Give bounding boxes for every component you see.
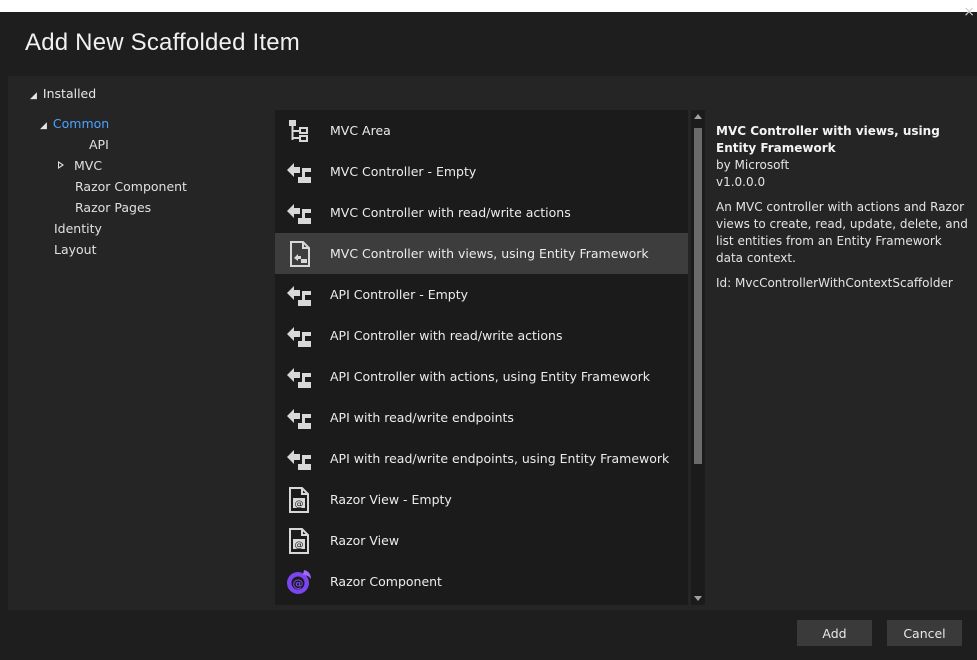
tree-item-label: Identity xyxy=(54,221,102,236)
collapsed-triangle-icon[interactable] xyxy=(58,161,64,169)
list-item[interactable]: @ Razor Component xyxy=(275,561,688,602)
tree-item-label: Razor Pages xyxy=(75,200,152,215)
details-pane: MVC Controller with views, using Entity … xyxy=(716,123,971,292)
svg-text:@: @ xyxy=(293,577,304,590)
installed-label: Installed xyxy=(42,86,97,101)
installed-header[interactable]: ◢ Installed xyxy=(30,86,96,101)
list-item-label: API with read/write endpoints, using Ent… xyxy=(330,451,670,466)
details-id: Id: MvcControllerWithContextScaffolder xyxy=(716,276,953,290)
list-item-label: MVC Controller with views, using Entity … xyxy=(330,246,649,261)
controller-icon xyxy=(284,362,314,392)
controller-icon xyxy=(284,444,314,474)
tree-item-razor-component[interactable]: Razor Component xyxy=(75,179,187,194)
scroll-down-arrow-icon[interactable] xyxy=(694,596,702,601)
tree-item-identity[interactable]: Identity xyxy=(54,221,102,236)
list-item[interactable]: API with read/write endpoints xyxy=(275,397,688,438)
template-list[interactable]: MVC Area MVC Controller - Empty MVC Cont… xyxy=(275,110,688,605)
list-item-label: MVC Area xyxy=(330,123,391,138)
template-list-scrollbar[interactable] xyxy=(691,110,705,605)
list-item-label: API Controller with read/write actions xyxy=(330,328,563,343)
list-item-selected[interactable]: MVC Controller with views, using Entity … xyxy=(275,233,688,274)
dialog-title: Add New Scaffolded Item xyxy=(25,29,300,56)
controller-icon xyxy=(284,198,314,228)
top-strip xyxy=(0,0,977,12)
list-item[interactable]: MVC Controller with read/write actions xyxy=(275,192,688,233)
controller-icon xyxy=(284,321,314,351)
scaffold-dialog: Add New Scaffolded Item × ◢ Installed ◢ Co… xyxy=(8,4,977,660)
razor-view-icon: @ xyxy=(284,485,314,515)
tree-item-api[interactable]: API xyxy=(89,137,109,152)
details-description: An MVC controller with actions and Razor… xyxy=(716,200,968,265)
svg-text:@: @ xyxy=(295,540,304,550)
expanded-triangle-icon: ◢ xyxy=(30,91,37,101)
expanded-triangle-icon: ◢ xyxy=(40,121,47,131)
list-item-label: MVC Controller with read/write actions xyxy=(330,205,571,220)
title-bar: Add New Scaffolded Item × xyxy=(8,4,977,76)
svg-text:@: @ xyxy=(295,499,304,509)
list-item[interactable]: API Controller with read/write actions xyxy=(275,315,688,356)
tree-item-label: Common xyxy=(52,116,110,131)
dialog-footer: Add Cancel xyxy=(8,610,977,660)
controller-icon xyxy=(284,280,314,310)
list-item[interactable]: MVC Area xyxy=(275,110,688,151)
scroll-up-arrow-icon[interactable] xyxy=(694,114,702,119)
tree-item-common[interactable]: ◢ Common xyxy=(40,116,109,131)
details-author: by Microsoft xyxy=(716,158,790,172)
list-item[interactable]: API Controller - Empty xyxy=(275,274,688,315)
list-item[interactable]: @ Razor View xyxy=(275,520,688,561)
list-item[interactable]: @ Razor View - Empty xyxy=(275,479,688,520)
controller-icon xyxy=(284,403,314,433)
tree-item-label: Layout xyxy=(54,242,97,257)
list-item[interactable]: API Controller with actions, using Entit… xyxy=(275,356,688,397)
scrollbar-thumb[interactable] xyxy=(694,128,702,464)
cancel-button[interactable]: Cancel xyxy=(887,620,962,646)
list-item-label: API Controller with actions, using Entit… xyxy=(330,369,651,384)
details-title: MVC Controller with views, using Entity … xyxy=(716,124,940,155)
controller-icon xyxy=(284,157,314,187)
list-item-label: API with read/write endpoints xyxy=(330,410,514,425)
add-button[interactable]: Add xyxy=(797,620,872,646)
tree-item-mvc[interactable]: MVC xyxy=(58,158,102,173)
details-version: v1.0.0.0 xyxy=(716,175,766,189)
tree-item-label: Razor Component xyxy=(75,179,187,194)
list-item-label: API Controller - Empty xyxy=(330,287,469,302)
tree-item-label: API xyxy=(89,137,109,152)
list-item[interactable]: API with read/write endpoints, using Ent… xyxy=(275,438,688,479)
razor-view-icon: @ xyxy=(284,526,314,556)
tree-item-razor-pages[interactable]: Razor Pages xyxy=(75,200,151,215)
list-item-label: Razor View - Empty xyxy=(330,492,452,507)
list-item-label: Razor View xyxy=(330,533,400,548)
document-controller-icon xyxy=(284,239,314,269)
list-item-label: Razor Component xyxy=(330,574,442,589)
tree-item-layout[interactable]: Layout xyxy=(54,242,97,257)
tree-structure-icon xyxy=(284,116,314,146)
blazor-icon: @ xyxy=(284,567,314,597)
close-icon[interactable]: × xyxy=(963,4,975,20)
list-item[interactable]: MVC Controller - Empty xyxy=(275,151,688,192)
tree-item-label: MVC xyxy=(74,158,103,173)
list-item-label: MVC Controller - Empty xyxy=(330,164,477,179)
